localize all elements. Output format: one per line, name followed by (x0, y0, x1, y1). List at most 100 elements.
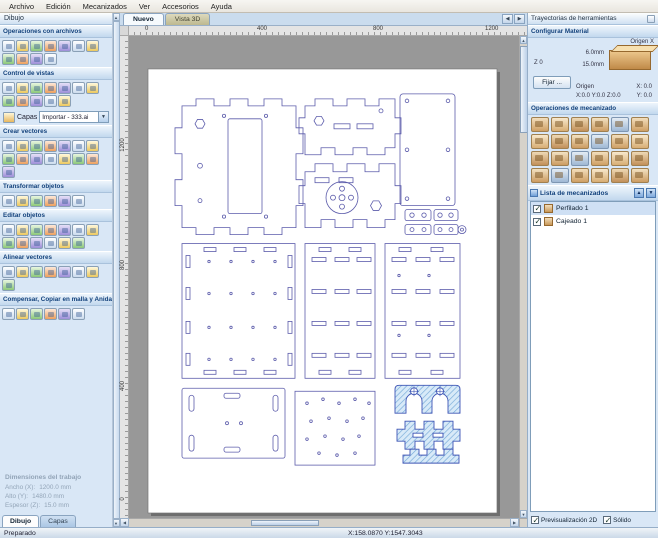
new-file-icon[interactable] (2, 40, 15, 52)
scroll-left-icon[interactable]: ◀ (120, 518, 129, 527)
save-file-icon[interactable] (30, 40, 43, 52)
pocket-toolpath-icon[interactable] (551, 117, 569, 132)
copy-along-vector-icon[interactable] (44, 308, 57, 320)
subtract-vectors-icon[interactable] (16, 237, 29, 249)
zoom-out-icon[interactable] (30, 82, 43, 94)
transform-toolpath-icon[interactable] (591, 168, 609, 183)
draw-arc-icon[interactable] (16, 153, 29, 165)
scroll-down-icon[interactable]: ▼ (112, 519, 120, 527)
prism-carve-icon[interactable] (531, 134, 549, 149)
estimate-time-icon[interactable] (551, 168, 569, 183)
profile-toolpath-icon[interactable] (531, 117, 549, 132)
toggle-guides-icon[interactable] (30, 95, 43, 107)
toolpath-arched-bracket[interactable] (394, 384, 461, 414)
preview-toolpaths-icon[interactable] (611, 151, 629, 166)
tab-nuevo[interactable]: Nuevo (123, 13, 164, 25)
refresh-view-icon[interactable] (2, 95, 15, 107)
align-middle-icon[interactable] (58, 266, 71, 278)
draw-circle-icon[interactable] (2, 140, 15, 152)
align-top-icon[interactable] (44, 266, 57, 278)
toolpath-comb-strip[interactable] (402, 448, 460, 464)
mirror-icon[interactable] (44, 195, 57, 207)
delete-icon[interactable] (72, 237, 85, 249)
menu-ayuda[interactable]: Ayuda (205, 1, 238, 12)
offset-vectors-icon[interactable] (2, 308, 15, 320)
scroll-down-icon[interactable]: ▼ (520, 510, 527, 518)
solid-checkbox[interactable] (603, 516, 611, 525)
toggle-grid-icon[interactable] (58, 95, 71, 107)
draw-polygon-icon[interactable] (44, 140, 57, 152)
material-set-button[interactable]: Fijar ... (533, 76, 571, 89)
scroll-right-icon[interactable]: ▶ (510, 518, 519, 527)
preview-2d-option[interactable]: Previsualización 2D (531, 516, 597, 525)
toolpath-item-cajeado[interactable]: Cajeado 1 (531, 215, 655, 228)
draw-text-icon[interactable] (44, 153, 57, 165)
toolpath-checkbox[interactable] (533, 204, 541, 213)
node-edit-icon[interactable] (2, 224, 15, 236)
tab-dibujo[interactable]: Dibujo (2, 515, 40, 527)
drawing-viewport[interactable] (129, 36, 519, 518)
move-selection-icon[interactable] (2, 195, 15, 207)
tab-next-icon[interactable]: ▶ (514, 14, 525, 24)
draw-weave-icon[interactable] (2, 166, 15, 178)
menu-archivo[interactable]: Archivo (3, 1, 40, 12)
menu-edicion[interactable]: Edición (40, 1, 77, 12)
dimension-icon[interactable] (86, 153, 99, 165)
measure-icon[interactable] (16, 224, 29, 236)
scroll-up-icon[interactable]: ▲ (112, 13, 120, 21)
zoom-selection-icon[interactable] (58, 82, 71, 94)
distort-icon[interactable] (58, 195, 71, 207)
drawing-canvas[interactable] (129, 36, 519, 518)
toolpath-list[interactable]: Perfilado 1 Cajeado 1 (530, 201, 656, 512)
set-size-icon[interactable] (16, 195, 29, 207)
menu-accesorios[interactable]: Accesorios (156, 1, 205, 12)
tab-vista-3d[interactable]: Vista 3D (164, 13, 211, 25)
toolpath-list-up-icon[interactable]: ▲ (634, 188, 644, 198)
draw-s-curve-icon[interactable] (30, 153, 43, 165)
open-file-icon[interactable] (16, 40, 29, 52)
draw-star-icon[interactable] (58, 140, 71, 152)
nest-parts-icon[interactable] (58, 308, 71, 320)
undo-icon[interactable] (44, 53, 57, 65)
tile-vectors-icon[interactable] (72, 308, 85, 320)
toolpath-tiling-icon[interactable] (571, 168, 589, 183)
align-right-icon[interactable] (30, 266, 43, 278)
texture-toolpath-icon[interactable] (591, 134, 609, 149)
help-icon[interactable] (86, 40, 99, 52)
zoom-window-icon[interactable] (2, 82, 15, 94)
layers-dropdown[interactable]: Importar - 333.ai ▼ (39, 111, 109, 123)
scrollbar-thumb[interactable] (250, 520, 320, 526)
draw-line-icon[interactable] (86, 140, 99, 152)
join-vectors-icon[interactable] (30, 224, 43, 236)
center-in-material-icon[interactable] (86, 266, 99, 278)
chevron-down-icon[interactable]: ▼ (98, 112, 108, 122)
copy-toolpath-icon[interactable] (611, 168, 629, 183)
toolpath-template-icon[interactable] (531, 151, 549, 166)
zoom-extents-icon[interactable] (44, 82, 57, 94)
save-toolpaths-icon[interactable] (631, 151, 649, 166)
toolpath-item-perfilado[interactable]: Perfilado 1 (531, 202, 655, 215)
toolpath-checkbox[interactable] (533, 217, 541, 226)
moulding-toolpath-icon[interactable] (551, 134, 569, 149)
overlap-vectors-icon[interactable] (30, 237, 43, 249)
draw-ellipse-icon[interactable] (16, 140, 29, 152)
preview-2d-checkbox[interactable] (531, 516, 539, 525)
inlay-toolpath-icon[interactable] (611, 117, 629, 132)
array-copy-icon[interactable] (16, 308, 29, 320)
align-objects-icon[interactable] (72, 195, 85, 207)
toggle-rulers-icon[interactable] (16, 95, 29, 107)
text-on-curve-icon[interactable] (58, 153, 71, 165)
tab-capas[interactable]: Capas (40, 515, 76, 527)
space-evenly-icon[interactable] (2, 279, 15, 291)
toolpath-comb-rail[interactable] (396, 420, 461, 450)
left-panel-scrollbar[interactable]: ▲ ▼ (112, 13, 120, 527)
align-center-icon[interactable] (16, 266, 29, 278)
export-vectors-icon[interactable] (58, 40, 71, 52)
fluting-toolpath-icon[interactable] (571, 134, 589, 149)
text-spacing-icon[interactable] (72, 153, 85, 165)
pin-panel-icon[interactable] (647, 14, 655, 23)
quick-engrave-icon[interactable] (591, 117, 609, 132)
laser-cut-icon[interactable] (631, 134, 649, 149)
delete-toolpath-icon[interactable] (631, 168, 649, 183)
align-bottom-icon[interactable] (72, 266, 85, 278)
